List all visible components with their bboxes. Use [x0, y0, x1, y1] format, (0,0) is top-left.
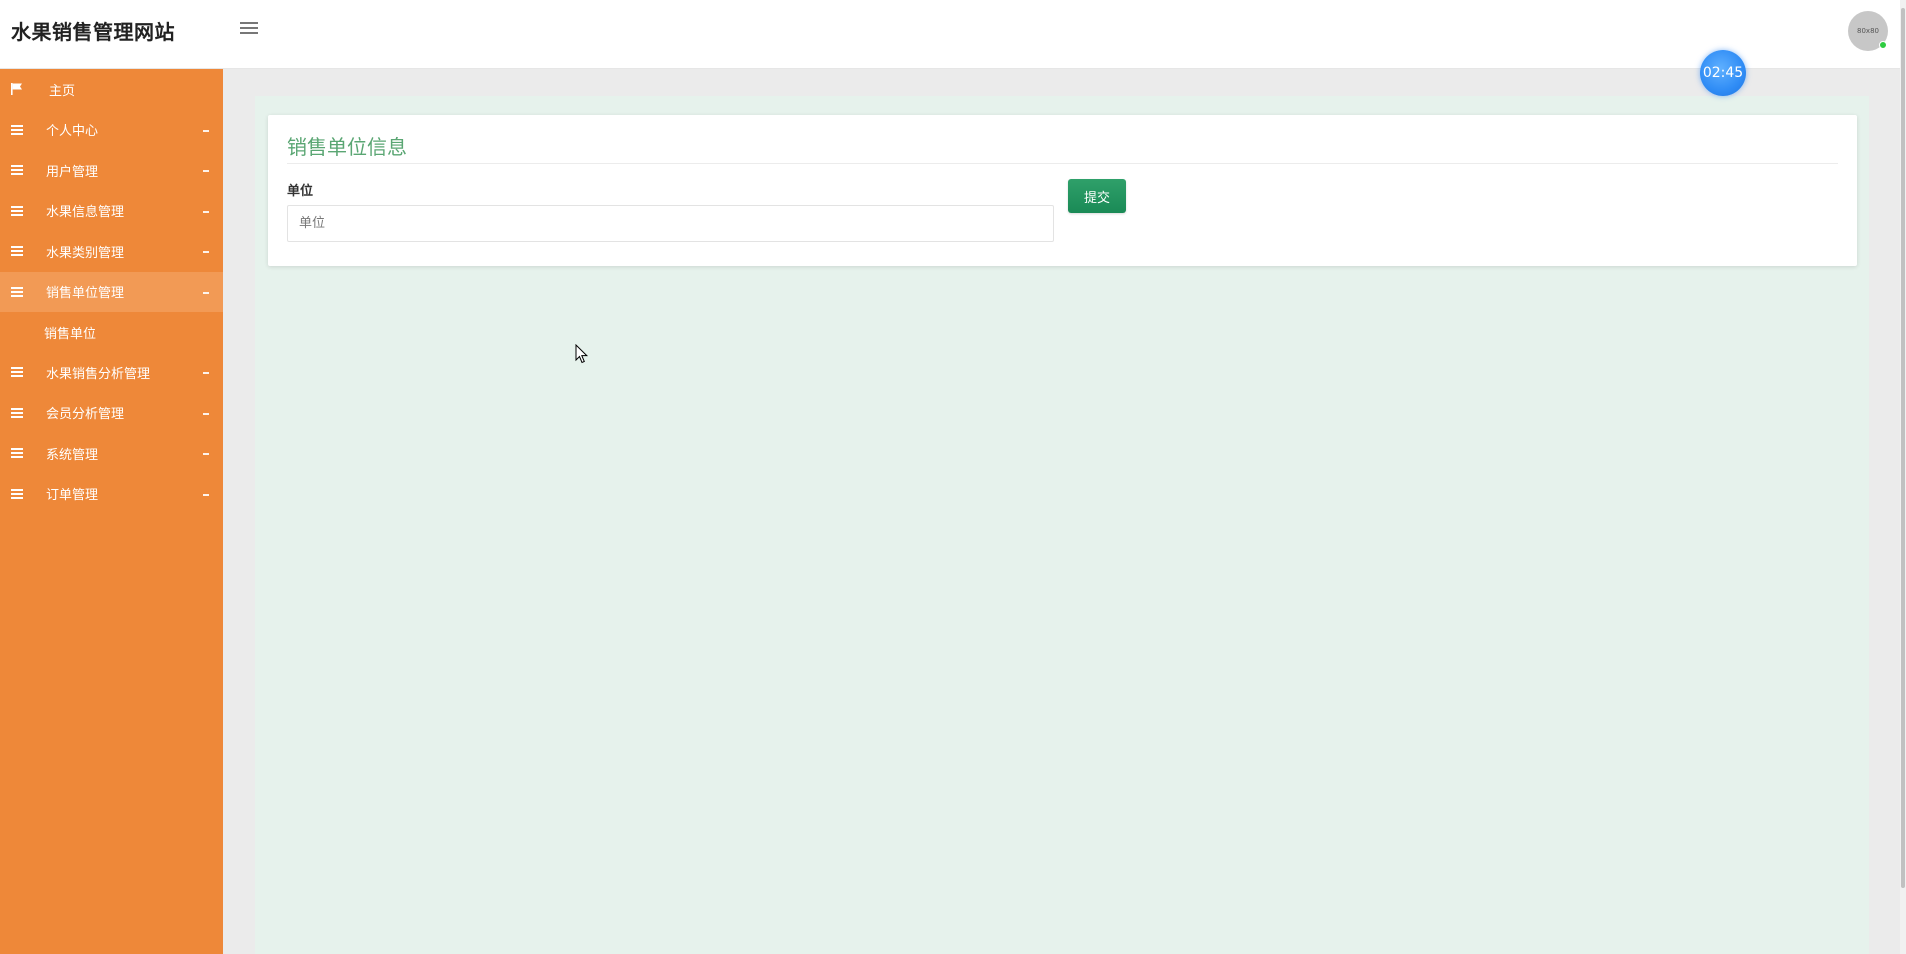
sidebar-item-label: 销售单位管理 — [46, 286, 125, 302]
sidebar-item-label: 系统管理 — [46, 447, 99, 463]
list-icon — [11, 367, 23, 378]
collapse-indicator-icon — [203, 453, 209, 456]
list-icon — [11, 286, 23, 297]
collapse-indicator-icon — [203, 129, 209, 132]
list-icon — [11, 407, 23, 418]
sidebar-item-label: 水果销售分析管理 — [46, 366, 151, 382]
sidebar: 主页 个人中心 用户管理 水果信息管理 水果类别管理 销售单位管理 销售单位 水… — [0, 69, 223, 954]
avatar-placeholder-text: 80x80 — [1857, 27, 1879, 35]
form-card: 销售单位信息 单位 提交 — [268, 115, 1857, 266]
collapse-indicator-icon — [203, 170, 209, 173]
list-icon — [11, 448, 23, 459]
sidebar-item-label: 水果类别管理 — [46, 245, 125, 261]
sidebar-item-label: 主页 — [49, 83, 76, 99]
collapse-indicator-icon — [203, 372, 209, 375]
list-icon — [11, 488, 23, 499]
collapse-indicator-icon — [203, 412, 209, 415]
list-icon — [11, 205, 23, 216]
collapse-indicator-icon — [203, 493, 209, 496]
scrollbar-thumb[interactable] — [1901, 8, 1905, 888]
sidebar-item-label: 会员分析管理 — [46, 407, 125, 423]
submit-button[interactable]: 提交 — [1068, 179, 1126, 213]
sidebar-item-sales-unit[interactable]: 销售单位管理 — [0, 271, 223, 312]
unit-input[interactable] — [287, 205, 1054, 242]
sidebar-item-label: 个人中心 — [46, 124, 99, 140]
page-scrollbar[interactable] — [1900, 0, 1906, 954]
sidebar-item-orders[interactable]: 订单管理 — [0, 474, 223, 515]
list-icon — [11, 124, 23, 135]
sidebar-item-personal-center[interactable]: 个人中心 — [0, 110, 223, 151]
list-icon — [11, 165, 23, 176]
sidebar-item-fruit-info[interactable]: 水果信息管理 — [0, 191, 223, 232]
flag-icon — [11, 83, 22, 96]
mouse-cursor-icon — [575, 344, 589, 364]
collapse-indicator-icon — [203, 210, 209, 213]
online-status-icon — [1879, 41, 1887, 49]
sidebar-item-home[interactable]: 主页 — [0, 69, 223, 110]
sidebar-subitem-sales-unit[interactable]: 销售单位 — [0, 312, 223, 352]
sidebar-item-fruit-category[interactable]: 水果类别管理 — [0, 231, 223, 272]
page-title: 销售单位信息 — [287, 135, 407, 159]
sidebar-item-system[interactable]: 系统管理 — [0, 433, 223, 474]
sidebar-item-label: 用户管理 — [46, 164, 99, 180]
sidebar-item-sales-analysis[interactable]: 水果销售分析管理 — [0, 352, 223, 393]
divider — [287, 163, 1838, 164]
avatar[interactable]: 80x80 — [1848, 11, 1888, 51]
sidebar-item-label: 水果信息管理 — [46, 205, 125, 221]
collapse-indicator-icon — [203, 251, 209, 254]
unit-field-label: 单位 — [287, 184, 314, 199]
menu-toggle-icon[interactable] — [240, 22, 258, 36]
sidebar-item-user-management[interactable]: 用户管理 — [0, 150, 223, 191]
list-icon — [11, 246, 23, 257]
top-header: 水果销售管理网站 80x80 — [0, 0, 1906, 69]
sidebar-item-member-analysis[interactable]: 会员分析管理 — [0, 393, 223, 434]
timer-badge[interactable]: 02:45 — [1700, 50, 1746, 96]
sidebar-item-label: 订单管理 — [46, 488, 99, 504]
collapse-indicator-icon — [203, 291, 209, 294]
site-title: 水果销售管理网站 — [11, 20, 175, 44]
